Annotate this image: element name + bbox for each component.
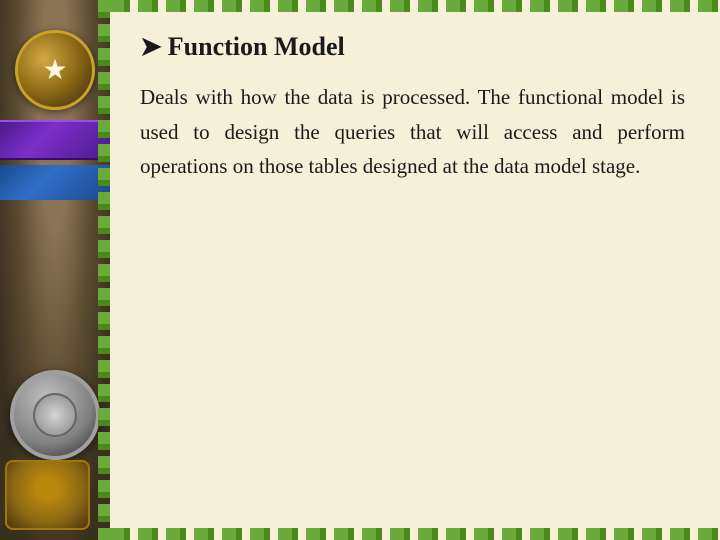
heading-text: Function Model <box>168 32 345 62</box>
top-dashed-border <box>110 0 720 12</box>
medal-bottom-decoration <box>10 370 100 460</box>
section-heading: ➤ Function Model <box>140 32 685 62</box>
content-area: ➤ Function Model Deals with how the data… <box>110 12 720 528</box>
left-border-dashes <box>98 0 110 540</box>
ribbon-decoration-2 <box>0 165 110 200</box>
left-decorative-panel <box>0 0 110 540</box>
arrow-icon: ➤ <box>140 32 162 62</box>
slide-container: ➤ Function Model Deals with how the data… <box>0 0 720 540</box>
compass-decoration <box>5 460 90 530</box>
bottom-dashed-border <box>110 528 720 540</box>
medal-top-decoration <box>15 30 95 110</box>
body-paragraph: Deals with how the data is processed. Th… <box>140 80 685 184</box>
right-content-panel: ➤ Function Model Deals with how the data… <box>110 0 720 540</box>
ribbon-decoration-1 <box>0 120 110 160</box>
left-panel-background <box>0 0 110 540</box>
